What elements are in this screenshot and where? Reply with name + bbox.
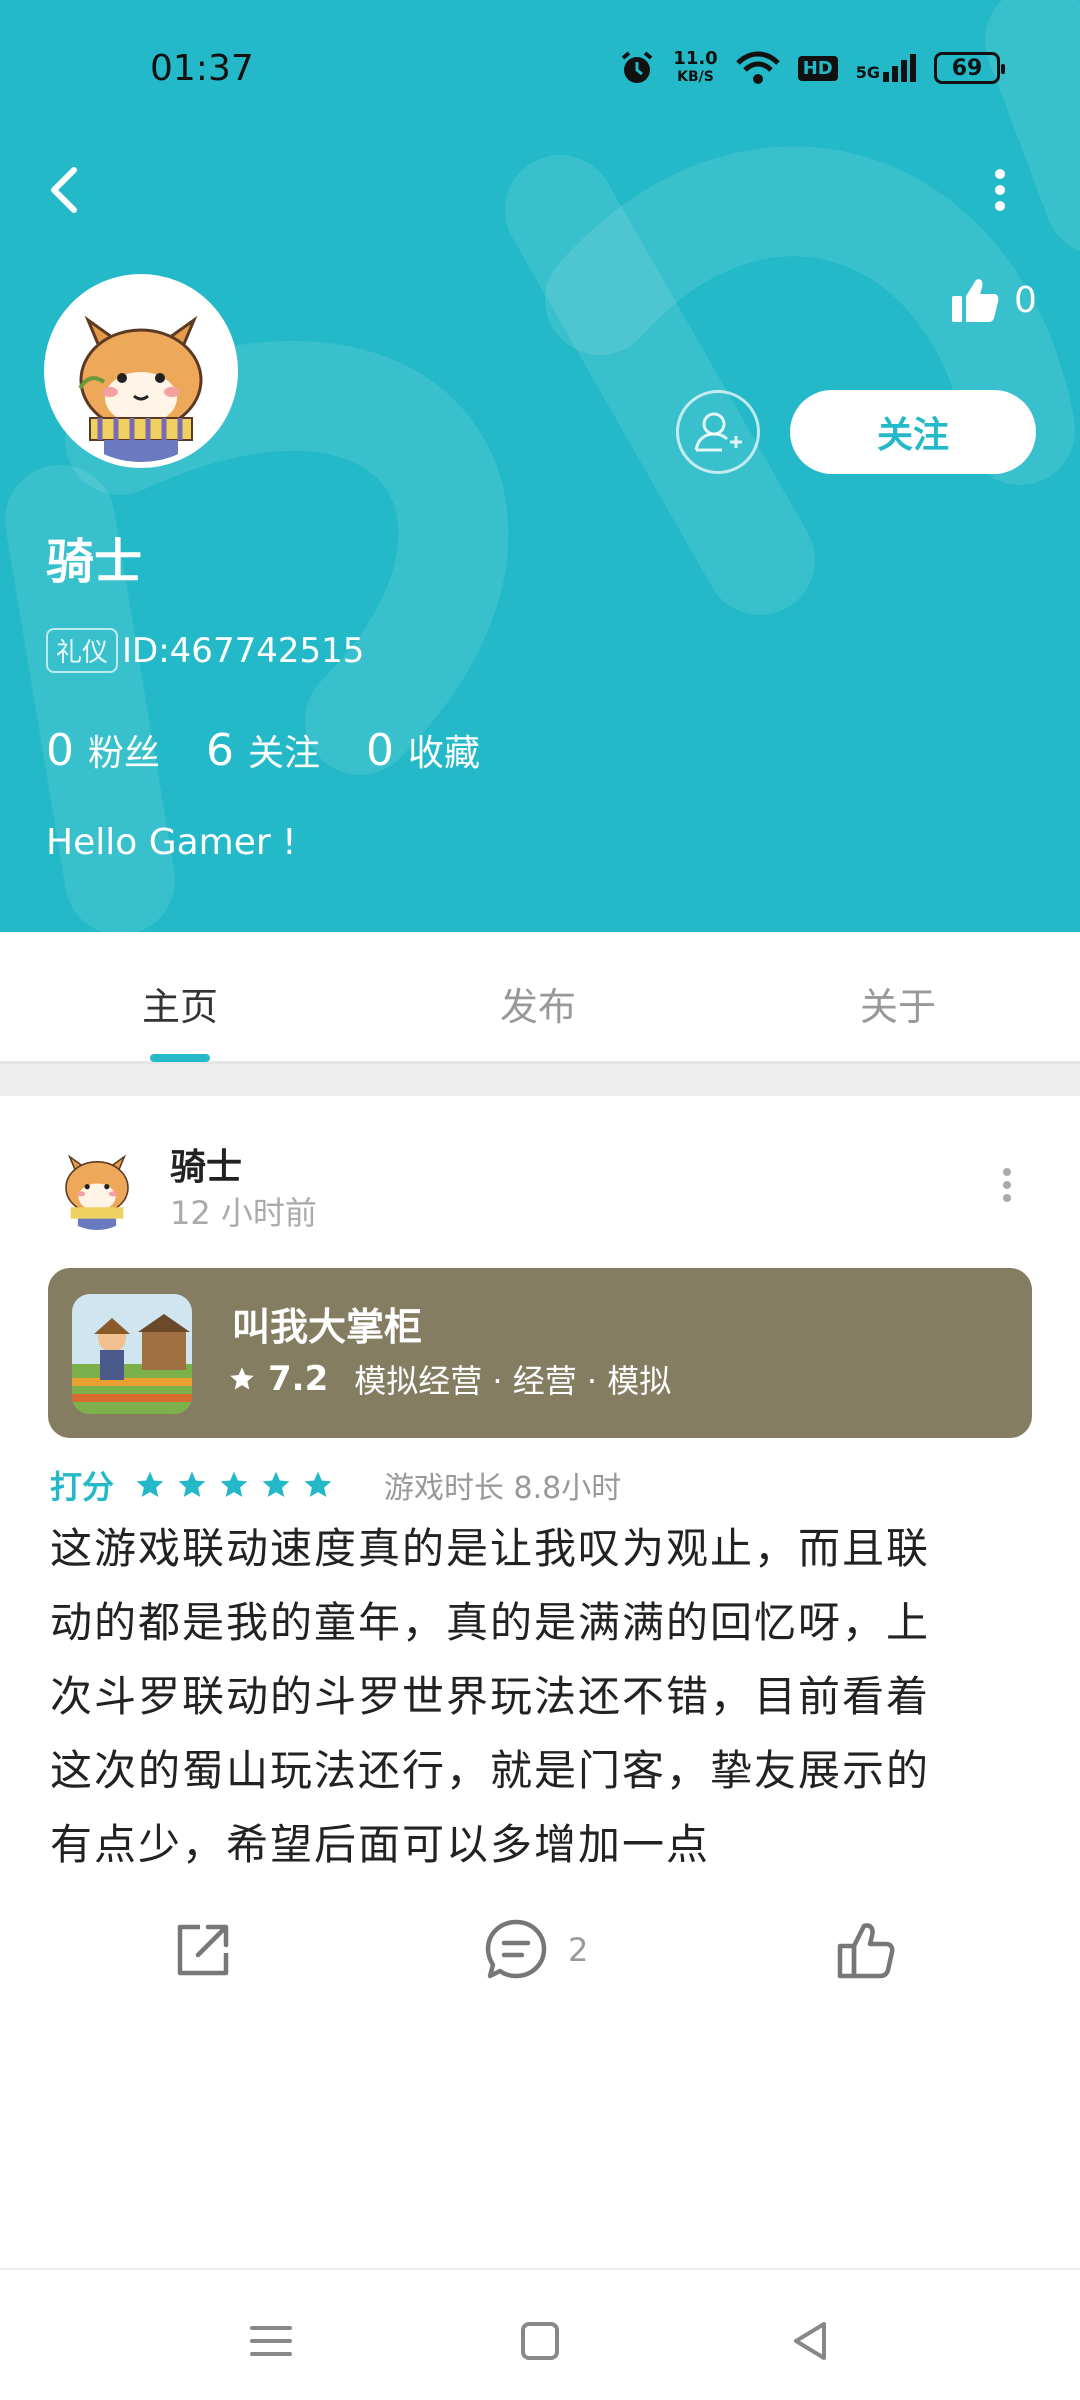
shiba-avatar-image xyxy=(50,1136,144,1230)
game-cover-image xyxy=(72,1294,192,1414)
section-divider xyxy=(0,1064,1080,1096)
rating-star-icon xyxy=(178,1471,206,1497)
more-options-icon[interactable] xyxy=(980,160,1020,220)
system-nav-bar xyxy=(0,2268,1080,2400)
signal-icon: 5G xyxy=(856,54,916,82)
stat-fans-label: 粉丝 xyxy=(88,733,161,774)
game-thumbnail xyxy=(72,1294,192,1414)
rating-star-icon xyxy=(304,1471,332,1497)
post-author-name[interactable]: 骑士 xyxy=(170,1138,242,1190)
stat-favorites-count: 0 xyxy=(366,725,395,776)
share-icon xyxy=(177,1924,229,1976)
user-id: ID:467742515 xyxy=(122,630,365,671)
home-square-icon[interactable] xyxy=(515,2316,565,2366)
stat-fans[interactable]: 0 粉丝 xyxy=(46,724,160,776)
profile-header: 01:37 11.0 KB/S HD 5G 69 0 关注 骑士 礼仪 ID:4… xyxy=(0,0,1080,932)
rating-row: 打分 游戏时长 8.8小时 xyxy=(50,1462,621,1508)
rating-star-icon xyxy=(262,1471,290,1497)
post-body-line: 有点少，希望后面可以多增加一点 xyxy=(50,1820,711,1869)
post-body-line: 次斗罗联动的斗罗世界玩法还不错，目前看着 xyxy=(50,1672,931,1721)
etiquette-badge[interactable]: 礼仪 xyxy=(46,628,119,673)
net-speed-value: 11.0 xyxy=(673,48,718,69)
share-button[interactable] xyxy=(170,1910,236,1990)
rating-stars xyxy=(134,1469,334,1501)
game-tags: 模拟经营 · 经营 · 模拟 xyxy=(354,1362,672,1400)
rating-label: 打分 xyxy=(50,1468,115,1506)
net-speed-unit: KB/S xyxy=(677,69,714,85)
stat-fans-count: 0 xyxy=(46,725,74,776)
id-line: 礼仪 ID:467742515 xyxy=(46,628,364,673)
stat-following-label: 关注 xyxy=(248,733,321,774)
post-more-icon[interactable] xyxy=(992,1160,1022,1210)
stat-following-count: 6 xyxy=(206,725,235,776)
likes-counter[interactable]: 0 xyxy=(950,276,1037,324)
status-time: 01:37 xyxy=(150,48,254,89)
tab-home[interactable]: 主页 xyxy=(142,976,218,1031)
tab-indicator xyxy=(150,1054,210,1062)
game-name: 叫我大掌柜 xyxy=(232,1305,423,1349)
back-arrow-icon[interactable] xyxy=(40,160,90,220)
thumbs-up-outline-icon xyxy=(837,1923,895,1979)
post-actions: 2 xyxy=(0,1910,1080,1990)
post-body-line: 这次的蜀山玩法还行，就是门客，挚友展示的 xyxy=(50,1746,931,1795)
net-speed: 11.0 KB/S xyxy=(673,50,717,86)
wifi-icon xyxy=(735,51,780,84)
post-body-line: 动的都是我的童年，真的是满满的回忆呀，上 xyxy=(50,1598,931,1647)
tab-about[interactable]: 关于 xyxy=(860,976,936,1031)
stat-favorites-label: 收藏 xyxy=(408,733,481,774)
menu-icon[interactable] xyxy=(246,2316,296,2366)
stat-following[interactable]: 6 关注 xyxy=(206,724,320,776)
post-author-avatar[interactable] xyxy=(50,1136,144,1230)
post-body[interactable]: 这游戏联动速度真的是让我叹为观止，而且联 动的都是我的童年，真的是满满的回忆呀，… xyxy=(50,1512,1040,1882)
follow-button[interactable]: 关注 xyxy=(790,390,1036,474)
comment-count: 2 xyxy=(568,1931,589,1969)
star-icon xyxy=(230,1367,254,1390)
stat-favorites[interactable]: 0 收藏 xyxy=(366,724,480,776)
profile-stats: 0 粉丝 6 关注 0 收藏 xyxy=(46,724,480,776)
post-time: 12 小时前 xyxy=(170,1194,317,1232)
bio: Hello Gamer ! xyxy=(46,822,297,863)
game-meta: 7.2 模拟经营 · 经营 · 模拟 xyxy=(228,1356,671,1402)
likes-count: 0 xyxy=(1014,279,1037,321)
profile-tabs: 主页 发布 关于 xyxy=(0,932,1080,1064)
signal-label: 5G xyxy=(855,63,880,82)
add-friend-button[interactable] xyxy=(676,390,760,474)
like-button[interactable] xyxy=(834,1910,898,1990)
rating-star-icon xyxy=(136,1471,164,1497)
playtime: 游戏时长 8.8小时 xyxy=(384,1471,622,1506)
game-rating: 7.2 xyxy=(268,1359,329,1399)
back-triangle-icon[interactable] xyxy=(786,2316,836,2366)
comment-icon xyxy=(485,1919,547,1979)
add-user-icon xyxy=(694,412,742,452)
shiba-avatar-image xyxy=(50,280,232,462)
hd-badge: HD xyxy=(797,55,838,81)
rating-star-icon xyxy=(220,1471,248,1497)
status-bar: 01:37 11.0 KB/S HD 5G 69 xyxy=(0,40,1080,110)
username: 骑士 xyxy=(46,534,143,590)
status-icons: 11.0 KB/S HD 5G 69 xyxy=(619,50,1005,86)
post-body-line: 这游戏联动速度真的是让我叹为观止，而且联 xyxy=(50,1524,931,1573)
tab-posts[interactable]: 发布 xyxy=(500,976,576,1031)
alarm-icon xyxy=(622,51,653,83)
thumbs-up-icon xyxy=(952,279,999,322)
avatar[interactable] xyxy=(44,274,238,468)
game-card[interactable]: 叫我大掌柜 7.2 模拟经营 · 经营 · 模拟 xyxy=(48,1268,1032,1438)
comment-button[interactable]: 2 xyxy=(482,1910,588,1990)
battery-indicator: 69 xyxy=(934,52,1005,84)
